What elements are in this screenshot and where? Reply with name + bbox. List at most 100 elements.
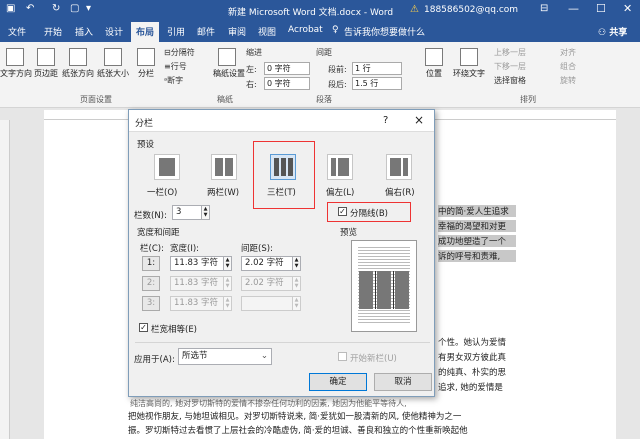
new-column-label: 开始新栏(U)	[350, 354, 397, 364]
person-icon: ⚇	[598, 28, 607, 38]
manuscript-button[interactable]: 稿纸设置	[213, 48, 245, 79]
share-label: 共享	[609, 28, 628, 38]
columns-button[interactable]: 分栏	[134, 48, 158, 79]
line-numbers-label: 行号	[170, 62, 187, 71]
orientation-button[interactable]: 纸张方向	[62, 48, 94, 79]
help-button[interactable]: ?	[383, 115, 388, 126]
indent-right-input[interactable]: 0 字符	[264, 77, 310, 90]
preset-left[interactable]	[327, 154, 353, 180]
doc-line: 振。罗切斯特过去看惯了上层社会的冷酷虚伪, 简·爱的坦诚、善良和独立的个性重新唤…	[128, 426, 468, 436]
breaks-label: 分隔符	[170, 48, 195, 57]
new-column-checkbox	[338, 352, 347, 361]
preset-one-column[interactable]	[154, 154, 180, 180]
minimize-button[interactable]: —	[568, 2, 579, 15]
preview-label: 预览	[340, 228, 358, 238]
redo-icon[interactable]: ↻	[52, 3, 60, 14]
undo-icon[interactable]: ↶	[26, 3, 34, 14]
apply-to-select[interactable]: 所选节 ⌄	[178, 348, 272, 365]
column-width-input[interactable]: 11.83 字符	[170, 256, 224, 271]
columns-label: 分栏	[138, 69, 154, 78]
breaks-icon: ⊟	[164, 48, 171, 57]
maximize-button[interactable]: ☐	[596, 2, 606, 15]
tab-insert[interactable]: 插入	[75, 25, 93, 38]
hyphenation-button[interactable]: ᵃ断字	[164, 75, 183, 86]
column-spacing-spinner: ▲ ▼	[292, 276, 301, 291]
position-button[interactable]: 位置	[420, 48, 448, 79]
column-spacing-input[interactable]: 2.02 字符	[241, 256, 293, 271]
column-width-input: 11.83 字符	[170, 296, 224, 311]
doc-line: 个性。她认为爱情	[438, 338, 507, 348]
left-column-icon	[331, 158, 336, 176]
dialog-close-button[interactable]: ×	[414, 113, 424, 127]
column-width-spinner: ▲ ▼	[223, 296, 232, 311]
num-columns-spinner[interactable]: ▲ ▼	[201, 205, 210, 220]
orientation-icon	[69, 48, 87, 66]
tell-me-search[interactable]: 告诉我你想要做什么	[344, 25, 425, 38]
wrap-text-icon	[460, 48, 478, 66]
group-arrange: 排列	[520, 95, 536, 104]
preset-right[interactable]	[386, 154, 412, 180]
preset-two-label: 两栏(W)	[207, 188, 240, 198]
doc-line: 成功地塑造了一个	[438, 235, 516, 247]
dialog-title: 分栏	[135, 119, 154, 129]
num-columns-input[interactable]: 3	[172, 205, 202, 220]
save-icon[interactable]: ▣	[6, 3, 15, 14]
column-number[interactable]: 1:	[142, 256, 160, 271]
quick-access-more-icon[interactable]: ▾	[86, 3, 91, 14]
tab-acrobat[interactable]: Acrobat	[288, 25, 323, 35]
column-spacing-spinner[interactable]: ▲ ▼	[292, 256, 301, 271]
text-direction-button[interactable]: 文字方向	[0, 48, 32, 79]
doc-line: 把她视作朋友, 与她坦诚相见。对罗切斯特说来, 简·爱犹如一股清新的风, 使他精…	[128, 412, 462, 422]
account-email[interactable]: 188586502@qq.com	[424, 5, 518, 15]
spacing-after-label: 段后:	[328, 80, 347, 89]
close-button[interactable]: ✕	[623, 2, 632, 15]
column-width-spinner[interactable]: ▲ ▼	[223, 256, 232, 271]
doc-line: 有男女双方彼此真	[438, 353, 507, 363]
tab-home[interactable]: 开始	[44, 25, 62, 38]
margins-button[interactable]: 页边距	[32, 48, 60, 79]
share-button[interactable]: ⚇ 共享	[598, 25, 627, 38]
cancel-button[interactable]: 取消	[374, 373, 432, 391]
tab-design[interactable]: 设计	[105, 25, 123, 38]
size-label: 纸张大小	[97, 69, 129, 78]
column-spacing-input: 2.02 字符	[241, 276, 293, 291]
manuscript-icon	[218, 48, 236, 66]
spacing-after-input[interactable]: 1.5 行	[352, 77, 402, 90]
send-backward-button[interactable]: 下移一层	[494, 61, 526, 72]
preset-two-columns[interactable]	[211, 154, 237, 180]
apply-to-value: 所选节	[182, 351, 208, 361]
spacing-before-input[interactable]: 1 行	[352, 62, 402, 75]
size-button[interactable]: 纸张大小	[96, 48, 130, 79]
spacing-heading: 间距	[316, 48, 332, 57]
column-number: 3:	[142, 296, 160, 311]
group-manuscript: 稿纸	[217, 95, 233, 104]
margins-icon	[37, 48, 55, 66]
tab-file[interactable]: 文件	[8, 25, 26, 38]
new-doc-icon[interactable]: ▢	[70, 3, 79, 14]
line-numbers-button[interactable]: ≡行号	[164, 61, 187, 72]
equal-width-label: 栏宽相等(E)	[151, 325, 198, 335]
doc-line: 中的简·爱人生追求	[438, 205, 516, 217]
preview-column-2	[377, 271, 391, 309]
tab-review[interactable]: 审阅	[228, 25, 246, 38]
wrap-text-button[interactable]: 环绕文字	[450, 48, 488, 79]
equal-width-checkbox[interactable]: ✓	[139, 323, 148, 332]
bring-forward-button[interactable]: 上移一层	[494, 47, 526, 58]
tab-mailings[interactable]: 邮件	[197, 25, 215, 38]
tab-layout[interactable]: 布局	[131, 22, 160, 42]
group-button[interactable]: 组合	[560, 61, 576, 72]
ribbon-options-icon[interactable]: ⊟	[540, 3, 548, 14]
tab-references[interactable]: 引用	[167, 25, 185, 38]
ok-button[interactable]: 确定	[309, 373, 367, 391]
left-column-icon-wide	[338, 158, 349, 176]
align-button[interactable]: 对齐	[560, 47, 576, 58]
rotate-button[interactable]: 旋转	[560, 75, 576, 86]
preview-separator-1	[375, 271, 376, 309]
lightbulb-icon: ♀	[332, 25, 339, 35]
right-column-icon-wide	[390, 158, 401, 176]
selection-pane-button[interactable]: 选择窗格	[494, 75, 526, 86]
indent-left-input[interactable]: 0 字符	[264, 62, 310, 75]
num-columns-label: 栏数(N):	[134, 211, 167, 221]
tab-view[interactable]: 视图	[258, 25, 276, 38]
breaks-button[interactable]: ⊟分隔符	[164, 47, 195, 58]
